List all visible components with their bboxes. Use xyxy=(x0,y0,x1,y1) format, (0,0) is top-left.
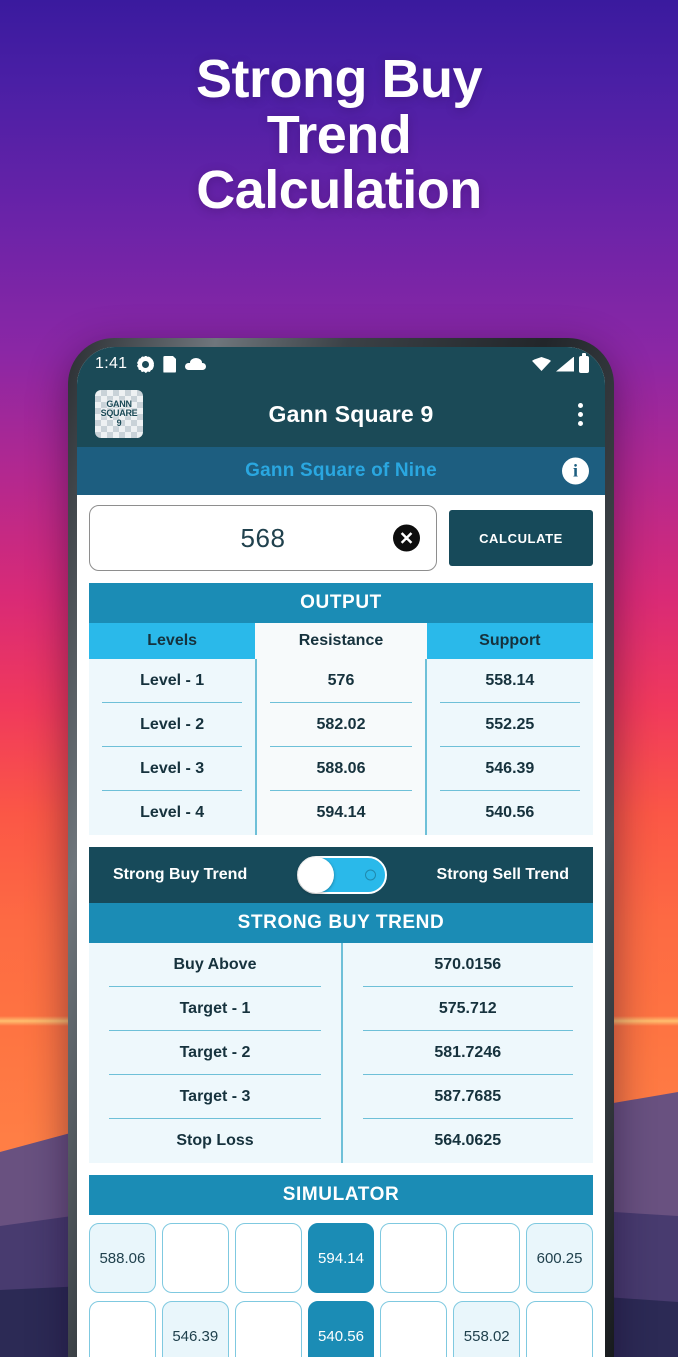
trend-value: 587.7685 xyxy=(343,1075,594,1119)
simulator-cell[interactable]: 546.39 xyxy=(161,1301,229,1357)
simulator-cell[interactable] xyxy=(453,1223,521,1293)
simulator-grid-row-2: 546.39 540.56 558.02 xyxy=(89,1293,593,1357)
cell-level: Level - 3 xyxy=(89,747,255,791)
output-title: OUTPUT xyxy=(89,583,593,623)
table-row: Level - 2 582.02 552.25 xyxy=(89,703,593,747)
value-input-text: 568 xyxy=(240,522,286,553)
simulator-cell[interactable] xyxy=(161,1223,229,1293)
logo-line-3: 9 xyxy=(116,417,122,428)
toggle-label-buy: Strong Buy Trend xyxy=(113,866,248,883)
table-row: Buy Above 570.0156 xyxy=(89,943,593,987)
headline-line-1: Strong Buy xyxy=(196,49,483,109)
input-row: 568 ✕ CALCULATE xyxy=(89,505,593,571)
cell-resistance: 576 xyxy=(256,659,426,703)
simulator-grid-row-1: 588.06 594.14 600.25 xyxy=(89,1215,593,1293)
cell-resistance: 588.06 xyxy=(256,747,426,791)
value-input[interactable]: 568 ✕ xyxy=(89,505,437,571)
table-row: Level - 4 594.14 540.56 xyxy=(89,791,593,835)
trend-title: STRONG BUY TREND xyxy=(89,903,593,943)
toggle-knob xyxy=(297,857,334,893)
status-left-icons xyxy=(137,355,207,373)
headline-line-3: Calculation xyxy=(196,160,482,221)
table-row: Target - 2 581.7246 xyxy=(89,1031,593,1075)
trend-value: 564.0625 xyxy=(434,1132,502,1149)
table-row: Level - 1 576 558.14 xyxy=(89,659,593,703)
info-icon[interactable]: i xyxy=(562,457,589,485)
clear-icon[interactable]: ✕ xyxy=(393,524,420,552)
simulator-cell[interactable]: 540.56 xyxy=(307,1301,375,1357)
app-bar: GANN SQUARE 9 Gann Square 9 xyxy=(77,381,605,447)
sdcard-icon xyxy=(163,355,177,373)
cell-resistance: 582.02 xyxy=(256,703,426,747)
cell-level: Level - 2 xyxy=(89,703,255,747)
cell-support: 546.39 xyxy=(427,747,593,791)
simulator-cell[interactable]: 600.25 xyxy=(526,1223,593,1293)
status-bar: 1:41 xyxy=(77,347,605,381)
trend-value: 581.7246 xyxy=(343,1031,594,1075)
simulator-cell[interactable]: 558.02 xyxy=(453,1301,521,1357)
signal-icon xyxy=(556,356,574,372)
table-row: Stop Loss 564.0625 xyxy=(89,1119,593,1163)
simulator-cell[interactable] xyxy=(234,1223,302,1293)
app-title: Gann Square 9 xyxy=(268,400,434,427)
wifi-icon xyxy=(532,357,551,371)
simulator-cell[interactable] xyxy=(89,1301,156,1357)
phone-screen: 1:41 GANN SQUARE 9 Gann Square 9 Gann Sq… xyxy=(77,347,605,1357)
simulator-cell[interactable] xyxy=(380,1301,448,1357)
gear-icon xyxy=(137,356,154,373)
promo-screenshot: Strong Buy Trend Calculation 1:41 GANN S… xyxy=(0,0,678,1357)
phone-frame: 1:41 GANN SQUARE 9 Gann Square 9 Gann Sq… xyxy=(68,338,614,1357)
trend-label: Buy Above xyxy=(89,943,341,987)
trend-value: 570.0156 xyxy=(343,943,594,987)
trend-section: STRONG BUY TREND Buy Above 570.0156 Targ… xyxy=(89,903,593,1163)
overflow-menu-icon[interactable] xyxy=(569,402,591,426)
toggle-off-dot xyxy=(364,869,376,881)
headline-line-2: Trend xyxy=(266,104,412,165)
cell-support: 558.14 xyxy=(427,659,593,703)
subtitle-text: Gann Square of Nine xyxy=(245,460,437,481)
trend-label: Stop Loss xyxy=(176,1132,254,1149)
simulator-cell[interactable] xyxy=(234,1301,302,1357)
simulator-title: SIMULATOR xyxy=(89,1175,593,1215)
table-row: Level - 3 588.06 546.39 xyxy=(89,747,593,791)
subtitle-bar: Gann Square of Nine i xyxy=(77,447,605,495)
simulator-section: SIMULATOR 588.06 594.14 600.25 546.39 54… xyxy=(89,1175,593,1357)
simulator-cell[interactable] xyxy=(526,1301,593,1357)
trend-toggle-bar: Strong Buy Trend Strong Sell Trend xyxy=(89,847,593,903)
trend-value: 575.712 xyxy=(343,987,594,1031)
trend-label: Target - 1 xyxy=(89,987,341,1031)
table-row: Target - 3 587.7685 xyxy=(89,1075,593,1119)
app-content: 568 ✕ CALCULATE OUTPUT Levels Resistance… xyxy=(77,495,605,1357)
column-header-support: Support xyxy=(479,632,541,649)
output-column-headers: Levels Resistance Support xyxy=(89,623,593,659)
output-table: Level - 1 576 558.14 Level - 2 582.02 55… xyxy=(89,659,593,835)
status-clock: 1:41 xyxy=(95,355,128,372)
simulator-cell[interactable] xyxy=(380,1223,448,1293)
trend-label: Target - 3 xyxy=(89,1075,341,1119)
column-header-levels: Levels xyxy=(147,632,198,649)
cloud-icon xyxy=(185,358,207,370)
cell-resistance: 594.14 xyxy=(256,791,426,835)
cell-level: Level - 4 xyxy=(140,804,205,821)
cell-support: 540.56 xyxy=(485,804,535,821)
output-section: OUTPUT Levels Resistance Support Level -… xyxy=(89,583,593,835)
status-right-icons xyxy=(532,352,589,373)
calculate-button[interactable]: CALCULATE xyxy=(449,510,593,566)
cell-support: 552.25 xyxy=(427,703,593,747)
simulator-cell[interactable]: 588.06 xyxy=(89,1223,156,1293)
cell-level: Level - 1 xyxy=(89,659,255,703)
toggle-label-sell: Strong Sell Trend xyxy=(436,866,569,883)
column-header-resistance: Resistance xyxy=(255,623,427,659)
battery-icon xyxy=(579,352,589,373)
simulator-cell[interactable]: 594.14 xyxy=(307,1223,375,1293)
trend-table: Buy Above 570.0156 Target - 1 575.712 Ta… xyxy=(89,943,593,1163)
trend-label: Target - 2 xyxy=(89,1031,341,1075)
table-row: Target - 1 575.712 xyxy=(89,987,593,1031)
promo-headline: Strong Buy Trend Calculation xyxy=(0,49,678,221)
trend-toggle-switch[interactable] xyxy=(296,856,387,894)
